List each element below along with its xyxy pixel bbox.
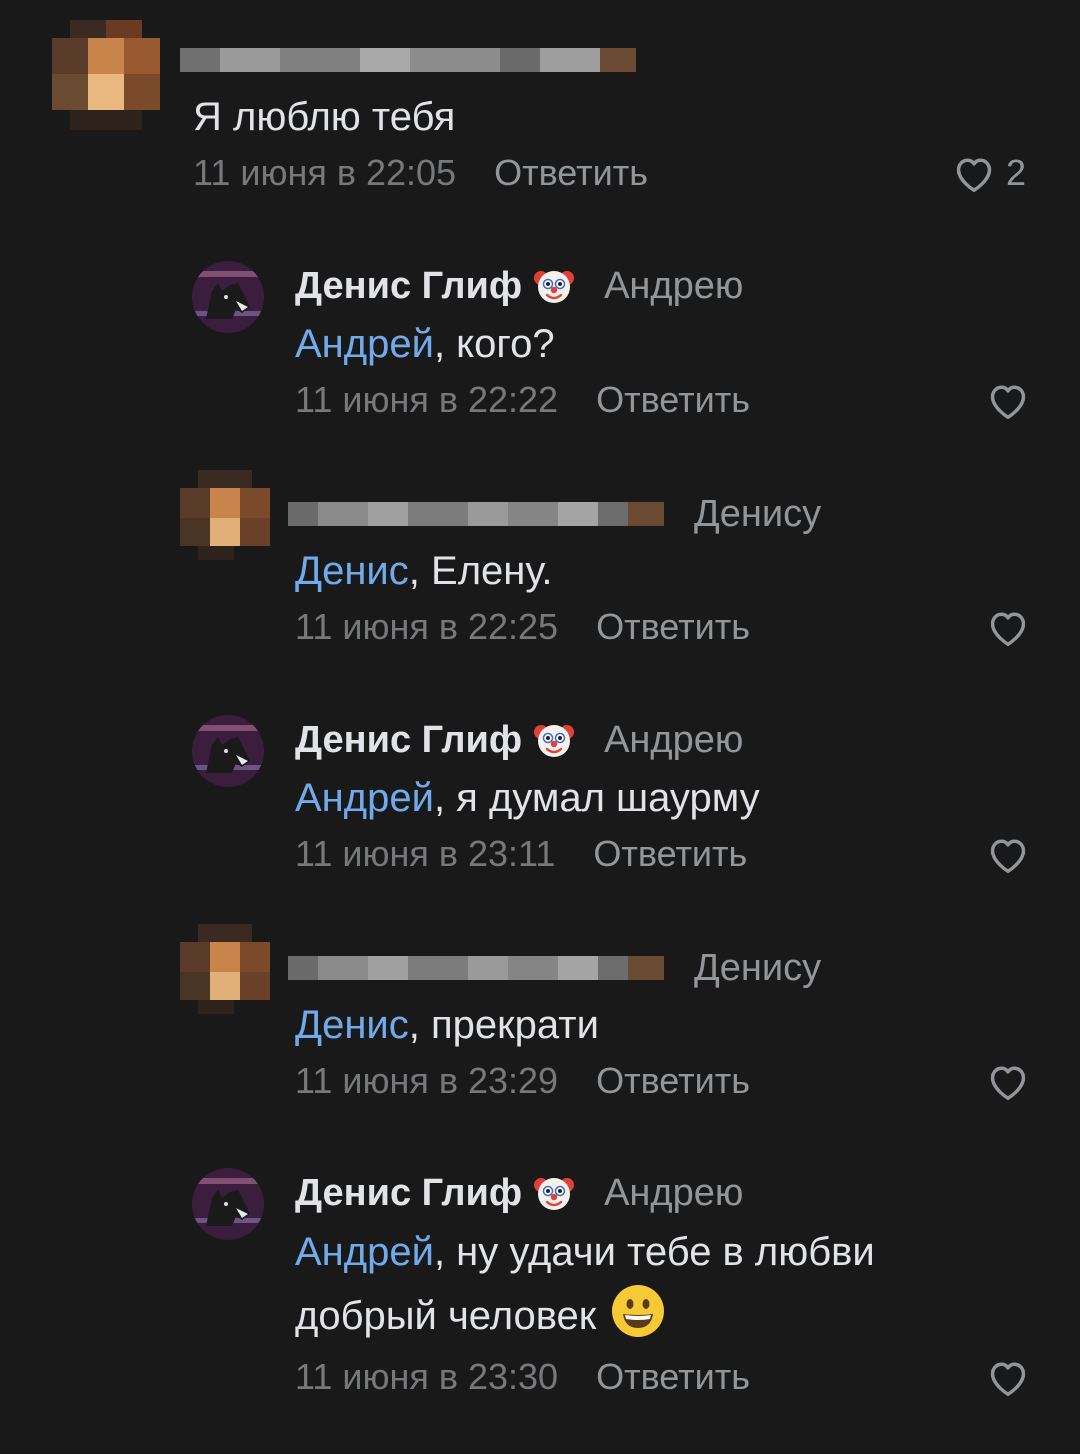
censored-author-name [288,956,664,980]
clown-emoji-icon [534,725,575,757]
mention-link[interactable]: Андрей [295,776,434,820]
avatar[interactable] [192,261,264,333]
avatar[interactable] [180,924,272,1016]
like-button[interactable] [986,375,1030,425]
like-button[interactable] [986,1056,1030,1106]
reply-button[interactable]: Ответить [593,833,747,875]
comment-date: 11 июня в 23:29 [295,1060,559,1101]
avatar[interactable] [52,20,162,130]
heart-outline-icon [990,1066,1026,1100]
comment-meta: 11 июня в 23:11 Ответить [295,829,747,879]
comment-date: 11 июня в 22:25 [295,606,559,647]
reply-button[interactable]: Ответить [494,152,648,194]
mention-link[interactable]: Андрей [295,1230,434,1274]
like-button[interactable] [986,602,1030,652]
mention-link[interactable]: Андрей [295,322,434,366]
like-button[interactable] [986,829,1030,879]
avatar[interactable] [192,715,264,787]
author-row: Денис Глиф Андрею [295,715,743,765]
comments-screen: { "comments": [ { "author": "", "text_me… [0,0,1080,1454]
comment-meta: 11 июня в 22:25 Ответить [295,602,750,652]
censored-author-name [180,48,636,72]
comment-text: Денис, прекрати [295,1003,599,1047]
mention-link[interactable]: Денис [295,1003,409,1047]
author-name[interactable]: Денис Глиф [295,1172,522,1215]
wolf-avatar-icon [192,261,264,333]
comment-text: Андрей, кого? [295,322,555,366]
comment-date: 11 июня в 22:22 [295,379,559,420]
grinning-emoji-icon [612,1285,665,1337]
comment-date: 11 июня в 22:05 [193,152,457,193]
mention-link[interactable]: Денис [295,549,409,593]
reply-button[interactable]: Ответить [596,379,750,421]
heart-outline-icon [990,1362,1026,1396]
like-count: 2 [1006,152,1027,193]
avatar[interactable] [192,1168,264,1240]
comment-text: Я люблю тебя [193,95,456,139]
comment-text: Андрей, ну удачи тебе в любви [295,1230,875,1274]
clown-emoji-icon [534,1178,575,1210]
reply-to-label[interactable]: Денису [694,493,821,536]
author-row: Денис Глиф Андрею [295,1168,743,1218]
heart-outline-icon [990,839,1026,873]
comment-meta: 11 июня в 22:05 Ответить [193,148,648,198]
reply-button[interactable]: Ответить [596,1356,750,1398]
wolf-avatar-icon [192,715,264,787]
author-name[interactable]: Денис Глиф [295,265,522,308]
reply-to-label[interactable]: Андрею [604,265,743,308]
heart-outline-icon [956,158,992,192]
heart-outline-icon [990,385,1026,419]
censored-author-name [288,502,664,526]
reply-to-label[interactable]: Денису [694,947,821,990]
reply-button[interactable]: Ответить [596,606,750,648]
comment-date: 11 июня в 23:11 [295,833,556,874]
author-row: Денису [688,489,821,539]
heart-outline-icon [990,612,1026,646]
author-row: Денису [688,943,821,993]
avatar[interactable] [180,470,272,562]
reply-button[interactable]: Ответить [596,1060,750,1102]
comment-text: Денис, Елену. [295,549,553,593]
wolf-avatar-icon [192,1168,264,1240]
comment-meta: 11 июня в 23:30 Ответить [295,1352,750,1402]
comment-text-line2: добрый человек [295,1283,666,1347]
author-name[interactable]: Денис Глиф [295,719,522,762]
comment-date: 11 июня в 23:30 [295,1356,559,1397]
reply-to-label[interactable]: Андрею [604,719,743,762]
comment-meta: 11 июня в 23:29 Ответить [295,1056,750,1106]
clown-emoji-icon [534,271,575,303]
author-row: Денис Глиф Андрею [295,261,743,311]
like-button[interactable] [986,1352,1030,1402]
comment-meta: 11 июня в 22:22 Ответить [295,375,750,425]
reply-to-label[interactable]: Андрею [604,1172,743,1215]
comment-text: Андрей, я думал шаурму [295,776,760,820]
like-button[interactable]: 2 [952,148,1026,198]
